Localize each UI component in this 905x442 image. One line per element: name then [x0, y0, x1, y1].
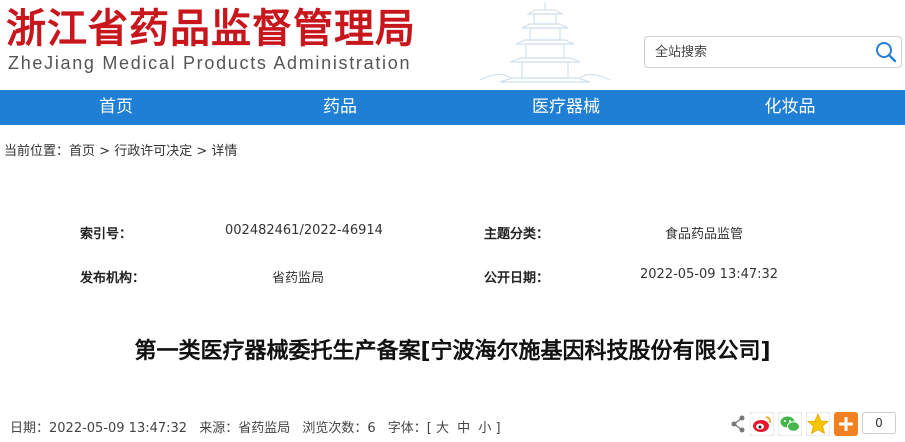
site-title: 浙江省药品监督管理局: [6, 5, 416, 52]
breadcrumb-home-link[interactable]: 首页: [69, 144, 95, 159]
pagoda-watermark-icon: [479, 2, 611, 83]
wechat-icon[interactable]: [778, 412, 802, 436]
nav-item-cosmetics[interactable]: 化妆品: [730, 90, 850, 125]
share-count: 0: [862, 412, 896, 434]
breadcrumb-prefix: 当前位置：: [4, 144, 70, 159]
font-medium-button[interactable]: 中: [457, 421, 470, 436]
site-subtitle: ZheJiang Medical Products Administration: [8, 53, 412, 73]
breadcrumb: 当前位置：首页 > 行政许可决定 > 详情: [4, 140, 237, 159]
weibo-icon[interactable]: [750, 412, 774, 436]
topic-label: 主题分类：: [484, 227, 550, 242]
font-small-button[interactable]: 小: [478, 421, 491, 436]
info-source: 来源：省药监局: [199, 421, 291, 436]
nav-item-medical-devices[interactable]: 医疗器械: [506, 90, 626, 125]
font-size-close: ]: [495, 421, 501, 436]
date-label: 公开日期：: [484, 271, 550, 286]
nav-item-home[interactable]: 首页: [56, 90, 176, 125]
info-views: 浏览次数：6: [302, 421, 376, 436]
search-input[interactable]: [645, 37, 881, 67]
site-header: 浙江省药品监督管理局 ZheJiang Medical Products Adm…: [0, 0, 905, 90]
info-date: 日期：2022-05-09 13:47:32: [10, 421, 188, 436]
publisher-label: 发布机构：: [80, 271, 146, 286]
font-size-label: 字体：[: [387, 421, 432, 436]
font-large-button[interactable]: 大: [436, 421, 449, 436]
article-title: 第一类医疗器械委托生产备案[宁波海尔施基因科技股份有限公司]: [134, 339, 771, 364]
breadcrumb-separator: >: [192, 144, 212, 159]
share-icon[interactable]: [730, 412, 746, 436]
topic-value: 食品药品监管: [665, 227, 744, 242]
publisher-value: 省药监局: [272, 271, 325, 286]
breadcrumb-current: 详情: [211, 144, 238, 159]
search-box: [644, 36, 902, 68]
more-icon[interactable]: [834, 412, 858, 436]
qzone-icon[interactable]: [806, 412, 830, 436]
nav-item-drugs[interactable]: 药品: [280, 90, 400, 125]
breadcrumb-separator: >: [95, 144, 115, 159]
index-label: 索引号：: [80, 227, 133, 242]
search-icon[interactable]: [875, 41, 897, 63]
article-info-bar: 日期：2022-05-09 13:47:32 来源：省药监局 浏览次数：6 字体…: [10, 417, 509, 436]
date-value: 2022-05-09 13:47:32: [640, 267, 779, 282]
index-value: 002482461/2022-46914: [225, 223, 383, 238]
breadcrumb-license-link[interactable]: 行政许可决定: [114, 144, 192, 159]
main-nav: 首页 药品 医疗器械 化妆品: [0, 90, 905, 125]
